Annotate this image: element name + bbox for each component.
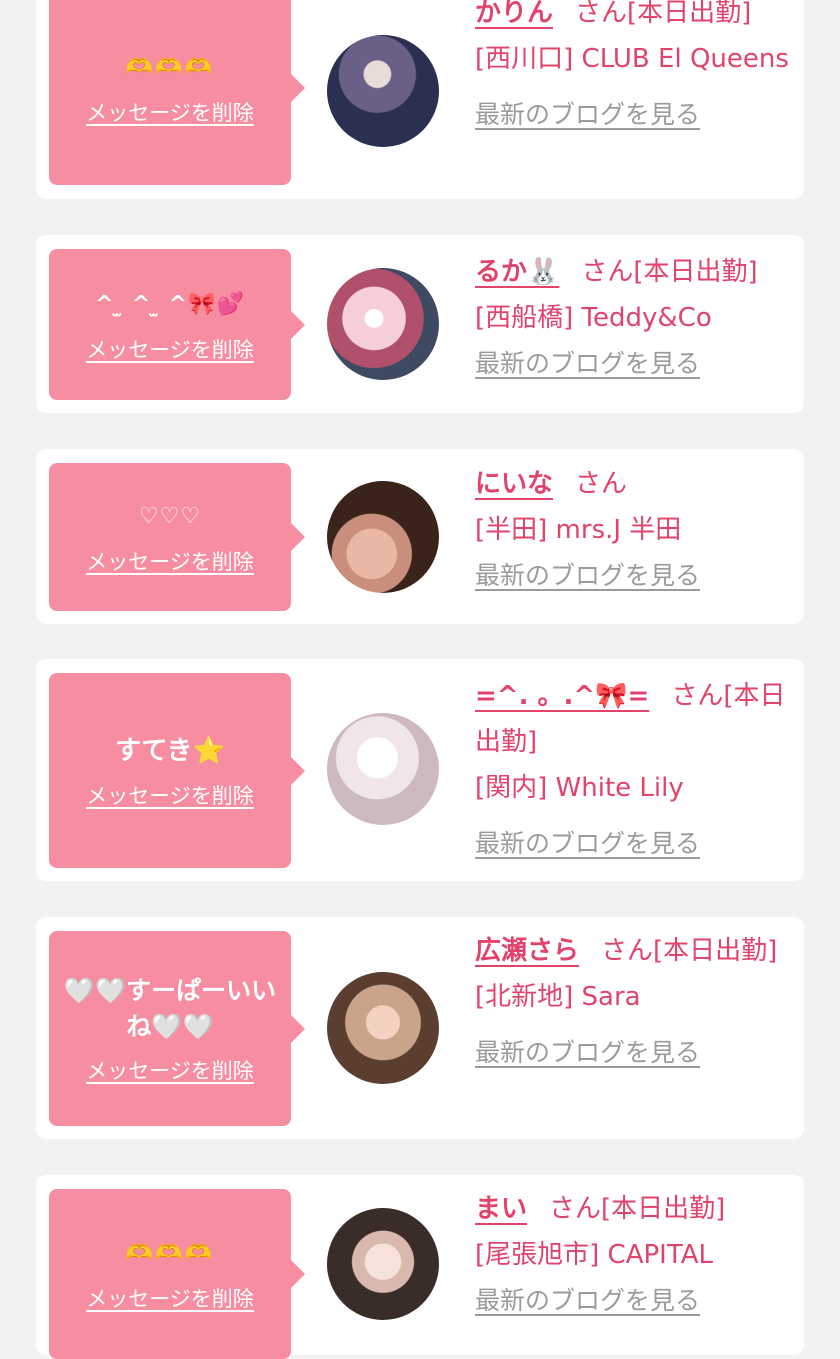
cast-info: =^. 。.^🎀= さん[本日出勤] [関内] White Lily 最新のブログ… (475, 673, 793, 867)
name-line: 広瀬さら さん[本日出勤] (475, 928, 793, 974)
cast-info: るか🐰 さん[本日出勤] [西船橋] Teddy&Co 最新のブログを見る (475, 249, 793, 387)
shop-info: [西川口] CLUB El Queens (475, 44, 789, 74)
cast-name-link[interactable]: にいな (475, 469, 553, 499)
message-bubble: すてき⭐️ メッセージを削除 (49, 673, 305, 868)
name-line: るか🐰 さん[本日出勤] (475, 249, 793, 295)
delete-message-link[interactable]: メッセージを削除 (86, 97, 254, 127)
delete-message-link[interactable]: メッセージを削除 (86, 546, 254, 576)
delete-message-link[interactable]: メッセージを削除 (86, 1283, 254, 1313)
message-bubble: 🫶🫶🫶 メッセージを削除 (49, 1189, 305, 1359)
message-card: すてき⭐️ メッセージを削除 =^. 。.^🎀= さん[本日出勤] [関内] Wh… (36, 659, 804, 881)
message-card: ♡♡♡ メッセージを削除 にいな さん [半田] mrs.J 半田 最新のブログを… (36, 449, 804, 624)
cast-name-link[interactable]: かりん (475, 0, 553, 28)
cast-info: 広瀬さら さん[本日出勤] [北新地] Sara 最新のブログを見る (475, 928, 793, 1076)
message-bubble: ♡♡♡ メッセージを削除 (49, 463, 305, 611)
name-line: =^. 。.^🎀= さん[本日出勤] (475, 673, 793, 765)
shop-info: [関内] White Lily (475, 773, 684, 803)
message-text: 🤍🤍すーぱーいいね🤍🤍 (63, 975, 277, 1041)
cast-status: さん[本日出勤] (575, 0, 752, 28)
message-bubble: 🫶🫶🫶 メッセージを削除 (49, 0, 305, 185)
shop-info: [西船橋] Teddy&Co (475, 303, 712, 333)
avatar[interactable] (327, 713, 439, 825)
message-text: すてき⭐️ (115, 735, 225, 766)
latest-blog-link[interactable]: 最新のブログを見る (475, 553, 700, 599)
message-card: ^ ̫ ^ ̫ ^🎀💕 メッセージを削除 るか🐰 さん[本日出勤] [西船橋] T… (36, 235, 804, 413)
avatar[interactable] (327, 35, 439, 147)
avatar[interactable] (327, 972, 439, 1084)
delete-message-link[interactable]: メッセージを削除 (86, 334, 254, 364)
latest-blog-link[interactable]: 最新のブログを見る (475, 1278, 700, 1324)
latest-blog-link[interactable]: 最新のブログを見る (475, 92, 700, 138)
cast-info: かりん さん[本日出勤] [西川口] CLUB El Queens 最新のブログを… (475, 0, 793, 138)
name-line: まい さん[本日出勤] (475, 1186, 793, 1232)
cast-info: まい さん[本日出勤] [尾張旭市] CAPITAL 最新のブログを見る (475, 1186, 793, 1324)
cast-info: にいな さん [半田] mrs.J 半田 最新のブログを見る (475, 461, 793, 599)
message-text: 🫶🫶🫶 (125, 54, 215, 80)
latest-blog-link[interactable]: 最新のブログを見る (475, 341, 700, 387)
delete-message-link[interactable]: メッセージを削除 (86, 1055, 254, 1085)
cast-name-link[interactable]: =^. 。.^🎀= (475, 681, 649, 711)
avatar[interactable] (327, 481, 439, 593)
shop-info: [北新地] Sara (475, 982, 641, 1012)
message-card: 🫶🫶🫶 メッセージを削除 まい さん[本日出勤] [尾張旭市] CAPITAL 最… (36, 1175, 804, 1359)
message-text: ♡♡♡ (138, 504, 202, 529)
cast-status: さん[本日出勤] (549, 1194, 726, 1224)
shop-info: [半田] mrs.J 半田 (475, 515, 682, 545)
message-card: 🤍🤍すーぱーいいね🤍🤍 メッセージを削除 広瀬さら さん[本日出勤] [北新地] … (36, 917, 804, 1139)
message-text: ^ ̫ ^ ̫ ^🎀💕 (95, 291, 245, 317)
avatar[interactable] (327, 268, 439, 380)
message-bubble: ^ ̫ ^ ̫ ^🎀💕 メッセージを削除 (49, 249, 305, 400)
latest-blog-link[interactable]: 最新のブログを見る (475, 1030, 700, 1076)
cast-name-link[interactable]: るか🐰 (475, 257, 559, 287)
message-card: 🫶🫶🫶 メッセージを削除 かりん さん[本日出勤] [西川口] CLUB El Q… (36, 0, 804, 199)
latest-blog-link[interactable]: 最新のブログを見る (475, 821, 700, 867)
message-bubble: 🤍🤍すーぱーいいね🤍🤍 メッセージを削除 (49, 931, 305, 1126)
cast-status: さん[本日出勤] (601, 936, 778, 966)
name-line: にいな さん (475, 461, 793, 507)
delete-message-link[interactable]: メッセージを削除 (86, 780, 254, 810)
cast-name-link[interactable]: まい (475, 1194, 527, 1224)
cast-status: さん (575, 469, 628, 499)
message-text: 🫶🫶🫶 (125, 1241, 215, 1266)
name-line: かりん さん[本日出勤] (475, 0, 793, 36)
cast-status: さん[本日出勤] (581, 257, 758, 287)
avatar[interactable] (327, 1208, 439, 1320)
shop-info: [尾張旭市] CAPITAL (475, 1240, 713, 1270)
cast-name-link[interactable]: 広瀬さら (475, 936, 579, 966)
